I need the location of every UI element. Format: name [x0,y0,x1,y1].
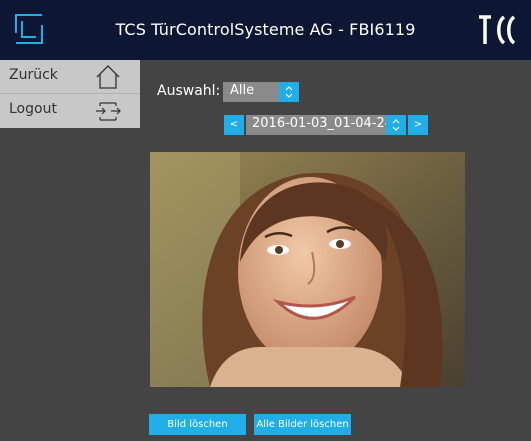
back-button[interactable]: Zurück [0,60,140,94]
logout-label: Logout [9,101,57,117]
filter-select-value: Alle [230,83,255,98]
logout-icon [96,102,121,121]
page-title: TCS TürControlSysteme AG - FBI6119 [115,20,416,39]
delete-all-images-button[interactable]: Alle Bilder löschen [254,414,351,435]
visitor-photo [150,152,465,387]
tcs-logo-icon [479,15,516,45]
select-arrows-icon [279,82,299,102]
app-header: TCS TürControlSysteme AG - FBI6119 [0,0,531,60]
logout-button[interactable]: Logout [0,94,140,128]
image-date-value: 2016-01-03_01-04-24 [252,116,394,131]
filter-label: Auswahl: [157,83,221,99]
filter-select[interactable]: Alle [223,82,299,102]
select-arrows-icon [386,115,406,135]
back-label: Zurück [9,67,58,83]
next-image-button[interactable]: > [408,115,428,135]
image-date-select[interactable]: 2016-01-03_01-04-24 [246,115,406,135]
delete-image-button[interactable]: Bild löschen [149,414,246,435]
previous-image-button[interactable]: < [224,115,244,135]
sidebar: Zurück Logout [0,60,140,128]
home-icon [96,65,120,89]
